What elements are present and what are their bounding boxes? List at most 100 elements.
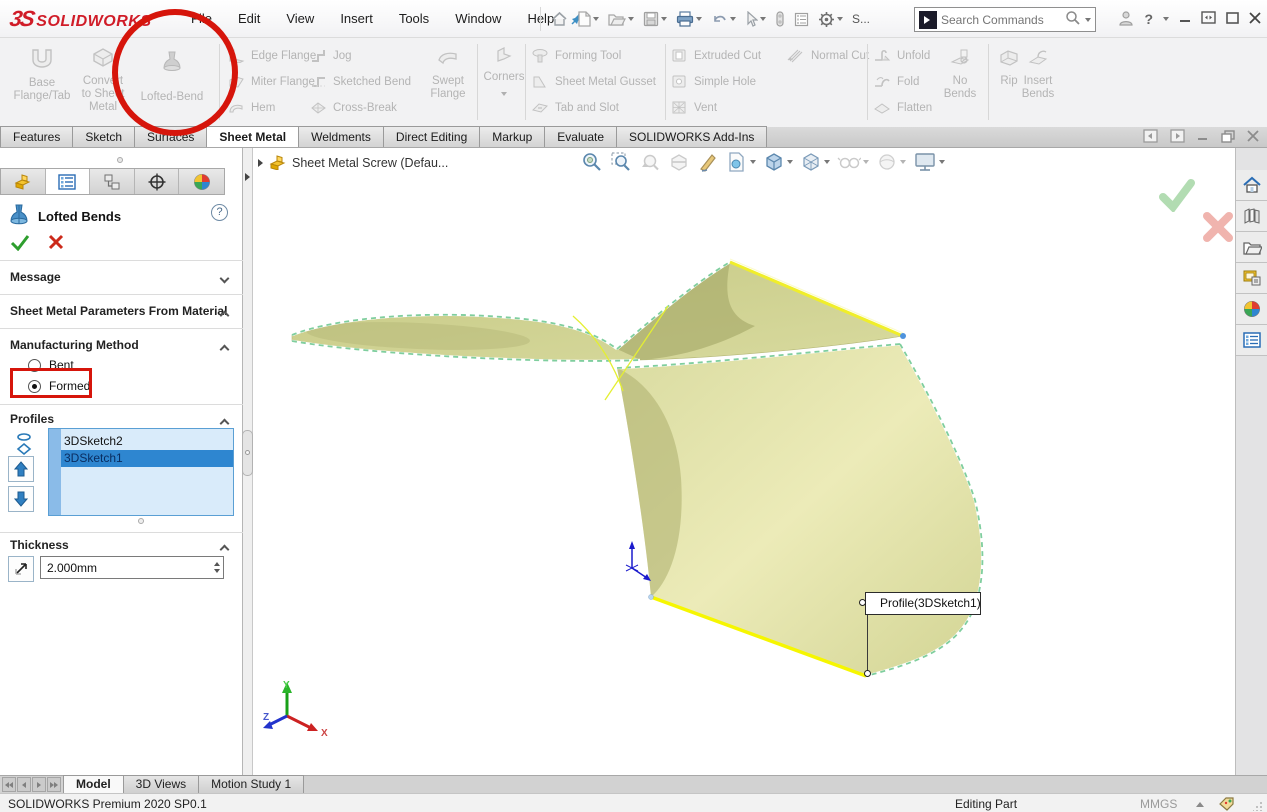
- callout-endpoint-dot[interactable]: [864, 670, 871, 677]
- print-dropdown-arrow[interactable]: [696, 17, 702, 21]
- tab-display-manager[interactable]: [179, 169, 224, 194]
- ribbon-button-insert-bends[interactable]: InsertBends: [1014, 48, 1062, 101]
- ribbon-button-lofted-bend[interactable]: Lofted-Bend: [130, 50, 214, 104]
- resize-grip[interactable]: [1253, 800, 1263, 812]
- menu-insert[interactable]: Insert: [327, 0, 386, 38]
- radio-bent-row[interactable]: Bent: [28, 358, 74, 372]
- previous-view-button[interactable]: [639, 151, 661, 173]
- view-settings-button[interactable]: [913, 151, 945, 173]
- section-thickness-header[interactable]: Thickness: [10, 538, 69, 552]
- edit-appearance-button[interactable]: [726, 151, 756, 173]
- new-dropdown-arrow[interactable]: [593, 17, 599, 21]
- new-document-button[interactable]: [574, 9, 602, 29]
- view-orientation-button[interactable]: [763, 151, 793, 173]
- move-profile-up-button[interactable]: [8, 456, 34, 482]
- method-collapse-chevron[interactable]: [221, 342, 228, 356]
- message-collapse-chevron[interactable]: [221, 271, 228, 285]
- zoom-to-fit-button[interactable]: [581, 151, 603, 173]
- tab-3d-views[interactable]: 3D Views: [123, 775, 199, 793]
- minimize-button[interactable]: [1179, 12, 1191, 27]
- thickness-spinner[interactable]: [210, 557, 223, 578]
- list-resize-handle[interactable]: [138, 518, 144, 524]
- open-dropdown-arrow[interactable]: [628, 17, 634, 21]
- profiles-list[interactable]: 3DSketch2 3DSketch1: [48, 428, 234, 516]
- save-dropdown-arrow[interactable]: [661, 17, 667, 21]
- profile-list-item-selected[interactable]: 3DSketch1: [61, 450, 233, 467]
- open-button[interactable]: [605, 10, 637, 29]
- ribbon-button-flatten[interactable]: Flatten: [873, 100, 932, 115]
- select-dropdown-arrow[interactable]: [760, 17, 766, 21]
- status-units[interactable]: MMGS: [1140, 797, 1177, 811]
- search-input[interactable]: [941, 13, 1061, 27]
- ribbon-button-swept-flange[interactable]: SweptFlange: [420, 48, 476, 101]
- apply-scene-button[interactable]: [876, 151, 906, 173]
- ribbon-button-sheet-metal-gusset[interactable]: Sheet Metal Gusset: [531, 74, 656, 89]
- prev-tab-button[interactable]: [17, 777, 31, 792]
- ribbon-button-corners[interactable]: Corners: [481, 46, 527, 96]
- last-tab-button[interactable]: [47, 777, 61, 792]
- menu-view[interactable]: View: [273, 0, 327, 38]
- profile-callout[interactable]: Profile(3DSketch1): [865, 592, 981, 615]
- section-method-header[interactable]: Manufacturing Method: [10, 338, 139, 352]
- tab-evaluate[interactable]: Evaluate: [544, 126, 617, 147]
- hide-show-items-button[interactable]: [837, 151, 869, 173]
- settings-button[interactable]: [815, 9, 846, 30]
- menu-window[interactable]: Window: [442, 0, 514, 38]
- corners-dropdown-arrow[interactable]: [501, 92, 507, 96]
- zoom-to-area-button[interactable]: [610, 151, 632, 173]
- search-scope-icon[interactable]: [919, 11, 937, 29]
- search-dropdown-arrow[interactable]: [1085, 18, 1091, 22]
- doc-minimize-button[interactable]: [1197, 130, 1209, 145]
- section-message-header[interactable]: Message: [10, 270, 61, 284]
- annotation-views-button[interactable]: [697, 151, 719, 173]
- callout-anchor-dot[interactable]: [859, 599, 866, 606]
- tab-property-manager[interactable]: [46, 169, 91, 194]
- home-button[interactable]: [548, 9, 571, 29]
- settings-dropdown-arrow[interactable]: [837, 17, 843, 21]
- vertex-point-blue[interactable]: [900, 333, 906, 339]
- maximize-button[interactable]: [1226, 12, 1239, 27]
- pm-help-button[interactable]: ?: [211, 204, 228, 221]
- user-account-icon[interactable]: [1118, 10, 1134, 29]
- feature-tree-breadcrumb[interactable]: Sheet Metal Screw (Defau...: [258, 155, 448, 170]
- tab-model[interactable]: Model: [63, 775, 124, 793]
- pane-right-button[interactable]: [1170, 129, 1185, 146]
- ribbon-button-no-bends[interactable]: NoBends: [937, 48, 983, 101]
- flyout-expand-arrow[interactable]: [245, 170, 250, 184]
- thickness-direction-button[interactable]: [8, 556, 34, 582]
- ribbon-button-forming-tool[interactable]: Forming Tool: [531, 48, 621, 63]
- tab-solidworks-add-ins[interactable]: SOLIDWORKS Add-Ins: [616, 126, 767, 147]
- undo-dropdown-arrow[interactable]: [730, 17, 736, 21]
- ribbon-button-unfold[interactable]: Unfold: [873, 48, 930, 63]
- menu-tools[interactable]: Tools: [386, 0, 442, 38]
- tab-direct-editing[interactable]: Direct Editing: [383, 126, 480, 147]
- ribbon-button-convert-to-sheet-metal[interactable]: Convertto SheetMetal: [76, 46, 130, 114]
- tab-dimxpert-manager[interactable]: [135, 169, 180, 194]
- section-params-header[interactable]: Sheet Metal Parameters From Material: [10, 304, 227, 318]
- panel-splitter[interactable]: [243, 148, 253, 775]
- panel-collapse-handle[interactable]: [117, 157, 123, 163]
- help-button[interactable]: ?: [1144, 11, 1153, 27]
- tree-expand-arrow[interactable]: [258, 159, 263, 167]
- ribbon-button-base-flange[interactable]: BaseFlange/Tab: [10, 46, 74, 103]
- tab-surfaces[interactable]: Surfaces: [134, 126, 207, 147]
- help-dropdown-arrow[interactable]: [1163, 17, 1169, 21]
- vertex-point-pale[interactable]: [649, 595, 654, 600]
- ribbon-button-normal-cut[interactable]: Normal Cut: [786, 48, 869, 63]
- document-name[interactable]: Sheet Metal Screw (Defau...: [292, 156, 448, 170]
- formed-radio[interactable]: [28, 380, 41, 393]
- tab-feature-manager[interactable]: [1, 169, 46, 194]
- graphics-viewport[interactable]: Y X Z Sheet Metal Screw (Defau...: [253, 148, 1235, 775]
- tab-configuration-manager[interactable]: [90, 169, 135, 194]
- ribbon-button-cross-break[interactable]: Cross-Break: [310, 100, 397, 115]
- profile-list-item[interactable]: 3DSketch2: [61, 433, 233, 450]
- ribbon-button-hem[interactable]: Hem: [228, 100, 275, 115]
- move-profile-down-button[interactable]: [8, 486, 34, 512]
- save-button[interactable]: [640, 9, 670, 29]
- ribbon-button-tab-and-slot[interactable]: Tab and Slot: [531, 100, 619, 115]
- status-tag-icon[interactable]: [1218, 796, 1235, 812]
- thickness-collapse-chevron[interactable]: [221, 542, 228, 556]
- task-pane-appearances-tab[interactable]: [1236, 294, 1267, 325]
- bent-radio[interactable]: [28, 359, 41, 372]
- tab-markup[interactable]: Markup: [479, 126, 545, 147]
